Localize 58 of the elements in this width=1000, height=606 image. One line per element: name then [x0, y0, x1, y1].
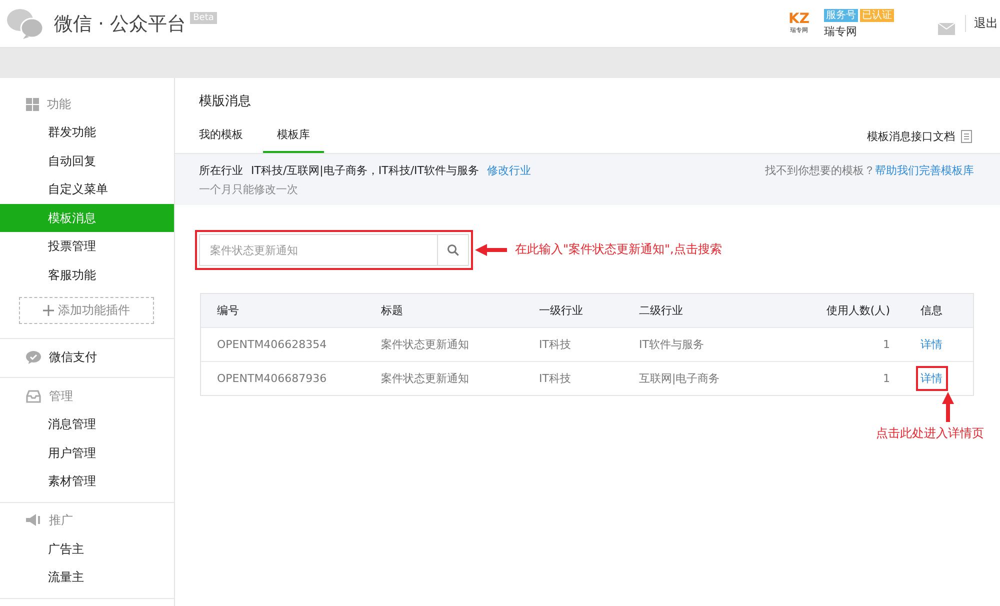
column-header: 信息	[920, 303, 942, 318]
table-cell-text: IT科技	[539, 371, 572, 386]
nav-item[interactable]: 流量主	[0, 563, 174, 592]
nav-item[interactable]: 消息管理	[0, 410, 174, 438]
annotation-text: 在此输入"案件状态更新通知",点击搜索	[515, 241, 722, 258]
table-cell-text: 互联网|电子商务	[639, 371, 721, 386]
column-header: 编号	[216, 303, 240, 318]
plus-icon	[43, 305, 54, 316]
column-header: 使用人数(人)	[825, 303, 890, 318]
nav-section-title: 管理	[49, 388, 73, 404]
annotation-text: 点击此处进入详情页	[876, 425, 984, 442]
search-field[interactable]: 案件状态更新通知	[199, 234, 437, 266]
table-cell-text: 1	[882, 338, 890, 351]
column-header: 一级行业	[539, 303, 584, 318]
nav-item[interactable]: 广告主	[0, 534, 174, 563]
details-link[interactable]: 详情	[916, 366, 948, 391]
table-cell-text: IT软件与服务	[639, 337, 705, 352]
account-name[interactable]: 瑞专网	[824, 24, 894, 38]
industry-note: 一个月只能修改一次	[199, 182, 299, 197]
nav-section-title[interactable]: 微信支付	[49, 348, 97, 366]
industry-label: 所在行业	[199, 163, 243, 178]
nav-section-title: 功能	[47, 96, 71, 112]
nav-item[interactable]: 用户管理	[0, 438, 174, 467]
account-badge: 已认证	[860, 8, 894, 22]
document-icon	[961, 130, 972, 143]
nav-item[interactable]: 自定义菜单	[0, 175, 174, 204]
arrow-left-icon	[475, 244, 507, 256]
account-badge: 服务号	[824, 8, 858, 22]
doc-link[interactable]: 模板消息接口文档	[867, 129, 972, 153]
add-plugin-button[interactable]: 添加功能插件	[19, 297, 154, 324]
nav-item[interactable]: 自动回复	[0, 146, 174, 175]
search-button[interactable]	[437, 234, 469, 266]
page-title: 模版消息	[198, 93, 252, 111]
table-cell-text: 1	[882, 372, 890, 385]
table-cell-text: 案件状态更新通知	[381, 337, 470, 352]
table-cell-text: OPENTM406628354	[216, 338, 328, 351]
tab[interactable]: 我的模板	[199, 127, 257, 153]
table-cell-text: IT科技	[539, 337, 572, 352]
help-text: 找不到你想要的模板？	[765, 163, 875, 179]
chat-check-icon	[26, 350, 41, 364]
nav-section-title: 推广	[49, 512, 73, 529]
megaphone-icon	[26, 514, 41, 527]
search-icon	[447, 244, 459, 256]
logout-link[interactable]: 退出	[965, 15, 998, 32]
arrow-up-icon	[942, 392, 954, 422]
nav-item[interactable]: 客服功能	[0, 260, 174, 289]
logo-text: 微信 · 公众平台	[54, 12, 186, 36]
column-header: 标题	[381, 303, 404, 318]
column-header: 二级行业	[639, 303, 684, 318]
grid-icon	[26, 98, 39, 110]
details-link[interactable]: 详情	[916, 332, 948, 357]
nav-item[interactable]: 素材管理	[0, 467, 174, 496]
nav-item[interactable]: 群发功能	[0, 118, 174, 146]
inbox-icon	[26, 390, 41, 402]
industry-value: IT科技/互联网|电子商务，IT科技/IT软件与服务	[251, 163, 480, 178]
table-cell-text: 案件状态更新通知	[381, 371, 470, 386]
nav-item[interactable]: 投票管理	[0, 232, 174, 260]
table-cell-text: OPENTM406687936	[216, 372, 328, 385]
